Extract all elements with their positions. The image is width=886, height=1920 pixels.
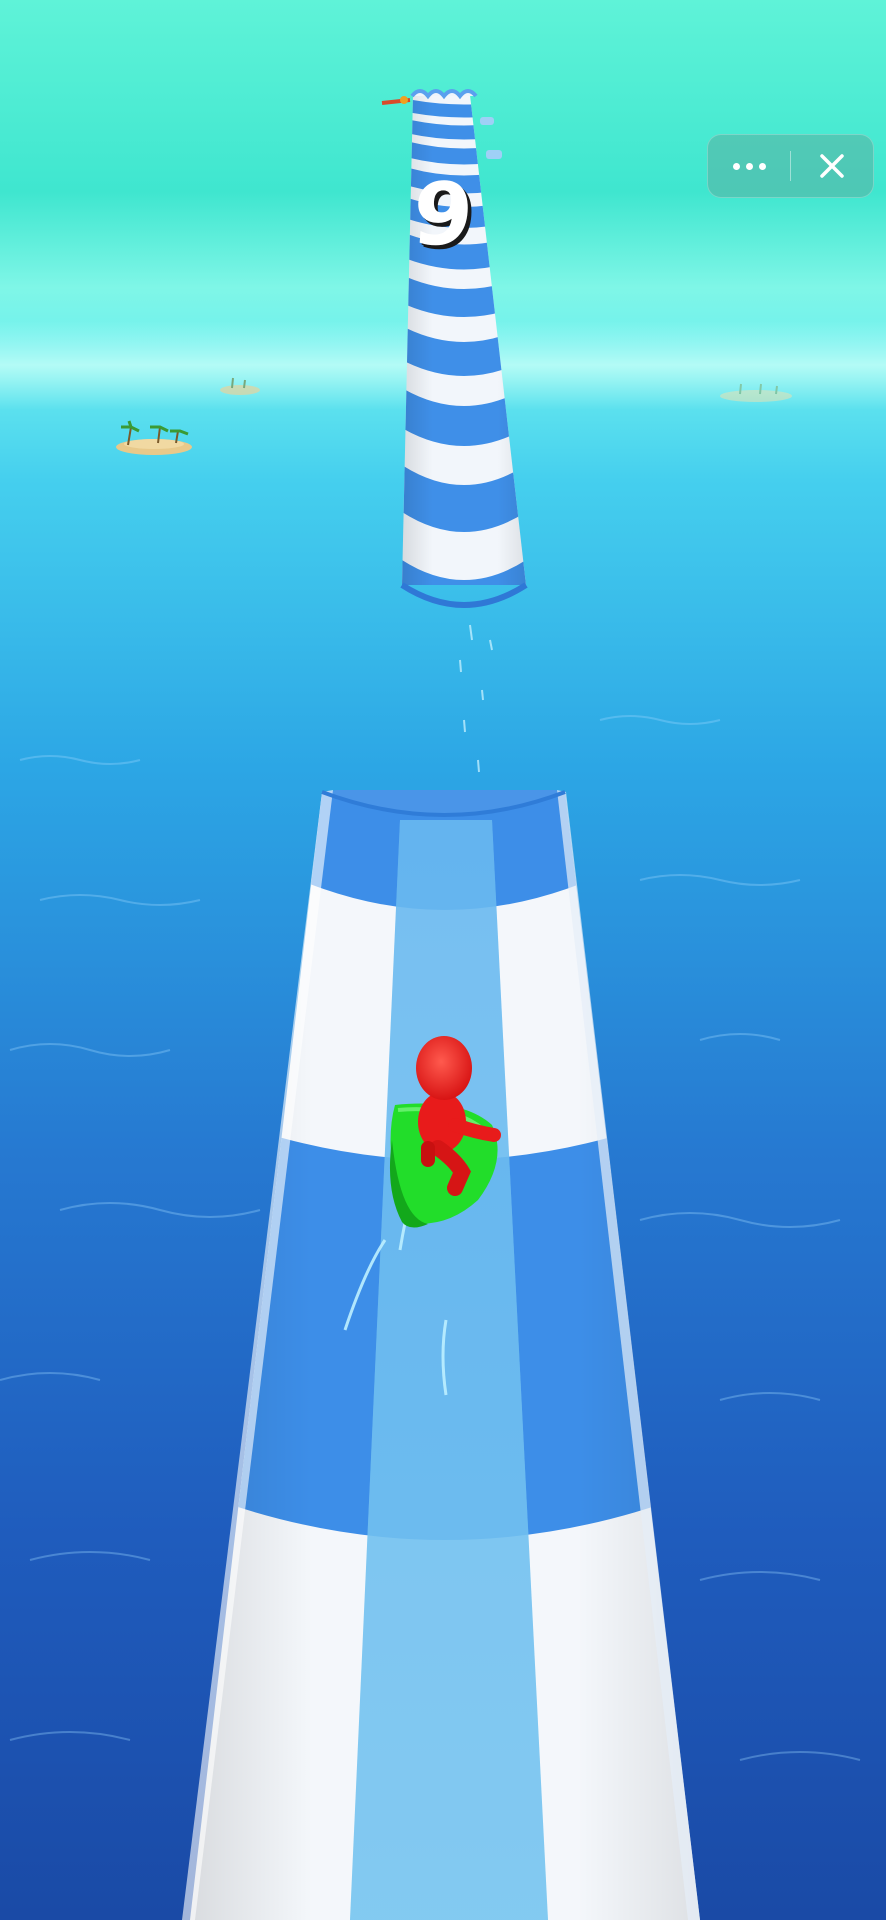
level-number: 9 (409, 165, 477, 265)
more-dots-icon (732, 162, 766, 170)
more-button[interactable] (708, 135, 790, 197)
player-head (416, 1036, 472, 1100)
game-canvas[interactable] (0, 0, 886, 1920)
game-scene[interactable]: 9 (0, 0, 886, 1920)
close-button[interactable] (791, 135, 873, 197)
close-icon (820, 154, 844, 178)
mini-program-capsule (707, 134, 874, 198)
